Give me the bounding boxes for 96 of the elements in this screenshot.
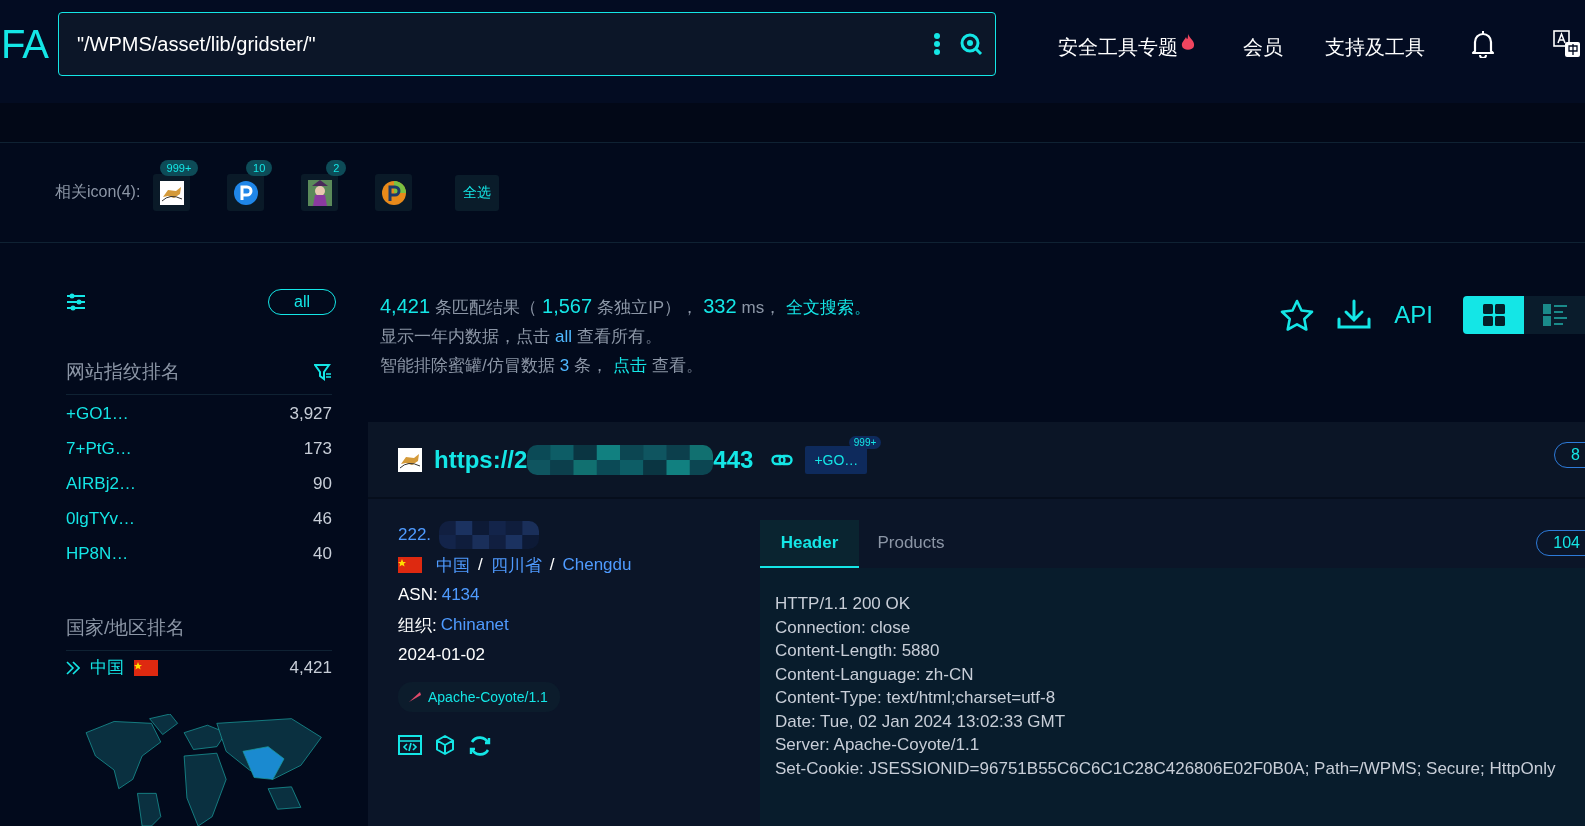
translate-icon[interactable] <box>1552 30 1581 58</box>
p-logo-icon <box>232 179 259 206</box>
grid-view-icon <box>1481 303 1506 327</box>
refresh-icon[interactable] <box>468 734 492 758</box>
fingerprint-link[interactable]: 0lgTYv… <box>66 508 135 529</box>
header-line: Connection: close <box>775 616 912 639</box>
country-count: 4,421 <box>289 657 332 678</box>
double-chevron-icon <box>66 660 80 675</box>
section-heading: 国家/地区排名 <box>66 616 186 641</box>
ip-link[interactable]: 222. <box>398 525 432 545</box>
stats-link[interactable]: 点击 <box>613 354 648 377</box>
p-logo-icon <box>380 179 407 206</box>
stats-number: 4,421 <box>380 295 431 318</box>
china-flag-icon <box>134 659 158 676</box>
fingerprint-link[interactable]: +GO1… <box>66 403 129 424</box>
header-line: Date: Tue, 02 Jan 2024 13:02:33 GMT <box>775 710 1067 733</box>
asn-label: ASN: <box>398 585 438 605</box>
filter-icon[interactable] <box>314 363 332 382</box>
separator: / <box>549 555 555 575</box>
feather-icon <box>408 691 422 703</box>
list-view-icon <box>1541 303 1568 327</box>
stats-link[interactable]: 全文搜索。 <box>786 296 872 319</box>
fingerprint-count: 3,927 <box>289 403 332 424</box>
select-all-button[interactable]: 全选 <box>455 174 500 211</box>
count-badge: 2 <box>326 160 347 176</box>
fingerprint-count: 90 <box>313 473 332 494</box>
asn-link[interactable]: 4134 <box>441 585 480 605</box>
list-view-button[interactable] <box>1524 296 1585 334</box>
org-link[interactable]: Chinanet <box>440 615 509 635</box>
fingerprint-count: 46 <box>313 508 332 529</box>
stats-text: 查看所有。 <box>577 326 662 348</box>
stats-number: 332 <box>703 295 737 318</box>
count-badge: 999+ <box>848 435 882 449</box>
location-link[interactable]: 中国 <box>436 553 470 577</box>
stats-text: 条独立IP）， <box>597 297 699 319</box>
count-badge: 10 <box>246 160 273 176</box>
header-line: Content-Type: text/html;charset=utf-8 <box>775 687 1057 709</box>
grid-view-button[interactable] <box>1463 296 1524 334</box>
flame-icon <box>1180 33 1195 52</box>
server-tag[interactable]: Apache-Coyote/1.1 <box>398 682 560 712</box>
header-line: Server: Apache-Coyote/1.1 <box>775 734 981 756</box>
favicon-tile[interactable] <box>301 174 339 211</box>
star-icon[interactable] <box>1280 299 1315 331</box>
nav-link[interactable]: 会员 <box>1242 27 1283 61</box>
stats-number: 3 <box>559 356 570 376</box>
count-badge: 999+ <box>159 160 199 176</box>
bell-icon[interactable] <box>1470 30 1495 58</box>
org-label: 组织: <box>398 614 437 637</box>
cat-icon <box>398 447 422 472</box>
cat-icon <box>159 180 184 205</box>
figure-icon <box>307 179 332 206</box>
header-line: Content-Length: 5880 <box>775 640 941 662</box>
code-icon[interactable] <box>398 734 422 756</box>
china-flag-icon <box>398 557 422 573</box>
search-field[interactable]: "/WPMS/asset/lib/gridster/" <box>57 12 996 76</box>
cube-icon[interactable] <box>434 734 456 756</box>
stats-number: 1,567 <box>542 295 593 318</box>
stats-text: ms， <box>741 297 782 319</box>
stats-text: 查看。 <box>652 355 704 377</box>
header-line: HTTP/1.1 200 OK <box>775 593 912 615</box>
stats-text: 条， <box>574 355 609 377</box>
related-icons-label: 相关icon(4): <box>55 182 141 202</box>
fingerprint-count: 40 <box>313 543 332 564</box>
search-icon[interactable] <box>958 32 983 56</box>
separator: / <box>478 555 483 575</box>
header-line: Content-Language: zh-CN <box>775 663 975 686</box>
stats-number: all <box>555 327 572 347</box>
more-options-icon[interactable] <box>932 32 941 56</box>
section-heading: 网站指纹排名 <box>66 360 180 385</box>
result-url-link[interactable]: 443 <box>713 445 754 474</box>
favicon-tile[interactable] <box>153 174 191 211</box>
header-line: Set-Cookie: JSESSIONID=96751B55C6C6C1C28C426806E02F0B0A; Path=/WPMS; Secure; HttpOnly <box>775 757 1557 780</box>
location-link[interactable]: Chengdu <box>562 555 632 575</box>
fingerprint-link[interactable]: 7+PtG… <box>66 438 132 459</box>
fingerprint-count: 173 <box>303 438 332 459</box>
nav-link[interactable]: 安全工具专题 <box>1057 27 1195 61</box>
favicon-tile[interactable] <box>227 174 265 211</box>
link-icon[interactable] <box>771 453 794 466</box>
logo: FA <box>1 21 48 68</box>
nav-link[interactable]: 支持及工具 <box>1324 27 1425 61</box>
fingerprint-tag[interactable]: +GO… <box>805 445 868 474</box>
tab[interactable]: Header <box>760 520 859 568</box>
tab[interactable]: Products <box>859 520 963 568</box>
country-link[interactable]: 中国 <box>90 656 124 680</box>
api-button[interactable]: API <box>1394 301 1433 329</box>
download-icon[interactable] <box>1336 299 1373 331</box>
location-link[interactable]: 四川省 <box>490 553 542 577</box>
fingerprint-link[interactable]: AIRBj2… <box>66 473 136 494</box>
stats-text: 显示一年内数据，点击 <box>380 326 550 348</box>
stats-text: 条匹配结果（ <box>435 297 538 319</box>
stats-text: 智能排除蜜罐/仿冒数据 <box>380 355 555 377</box>
result-url-link[interactable]: https://2 <box>434 445 528 474</box>
favicon-tile[interactable] <box>375 174 413 211</box>
fingerprint-link[interactable]: HP8N… <box>66 543 129 564</box>
filter-settings-icon[interactable] <box>66 293 86 311</box>
date-text: 2024-01-02 <box>398 645 485 665</box>
